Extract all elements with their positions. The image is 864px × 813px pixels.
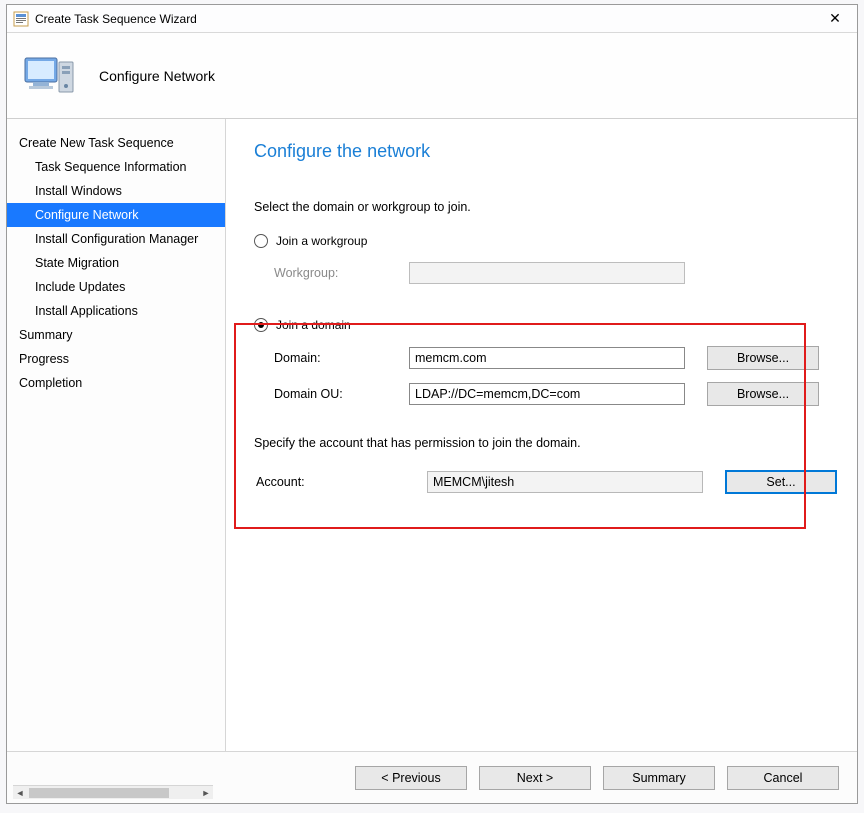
domain-radio-row[interactable]: Join a domain: [254, 318, 837, 332]
account-instruction: Specify the account that has permission …: [254, 436, 837, 450]
title-bar: Create Task Sequence Wizard ✕: [7, 5, 857, 33]
account-input: [427, 471, 703, 493]
wizard-window: Create Task Sequence Wizard ✕ Configure …: [6, 4, 858, 804]
instruction-text: Select the domain or workgroup to join.: [254, 200, 837, 214]
domain-ou-input[interactable]: [409, 383, 685, 405]
sidebar-item-3[interactable]: Configure Network: [7, 203, 225, 227]
close-icon[interactable]: ✕: [819, 7, 851, 31]
domain-input[interactable]: [409, 347, 685, 369]
sidebar-item-4[interactable]: Install Configuration Manager: [7, 227, 225, 251]
wizard-header: Configure Network: [7, 33, 857, 119]
page-title: Configure the network: [254, 141, 837, 162]
sidebar-item-7[interactable]: Install Applications: [7, 299, 225, 323]
cancel-button[interactable]: Cancel: [727, 766, 839, 790]
wizard-main: Configure the network Select the domain …: [226, 119, 857, 751]
workgroup-label: Workgroup:: [254, 266, 409, 280]
radio-checked-icon[interactable]: [254, 318, 268, 332]
computer-icon: [23, 52, 79, 100]
sidebar-item-10[interactable]: Completion: [7, 371, 225, 395]
radio-unchecked-icon[interactable]: [254, 234, 268, 248]
domain-ou-label: Domain OU:: [254, 387, 409, 401]
ou-browse-button[interactable]: Browse...: [707, 382, 819, 406]
sidebar-item-5[interactable]: State Migration: [7, 251, 225, 275]
next-button[interactable]: Next >: [479, 766, 591, 790]
app-icon: [13, 11, 29, 27]
wizard-sidebar: Create New Task SequenceTask Sequence In…: [7, 119, 226, 751]
sidebar-item-8[interactable]: Summary: [7, 323, 225, 347]
sidebar-item-9[interactable]: Progress: [7, 347, 225, 371]
domain-radio-label: Join a domain: [276, 318, 351, 332]
previous-button[interactable]: < Previous: [355, 766, 467, 790]
window-title: Create Task Sequence Wizard: [35, 12, 819, 26]
domain-browse-button[interactable]: Browse...: [707, 346, 819, 370]
workgroup-radio-row[interactable]: Join a workgroup: [254, 234, 837, 248]
sidebar-item-1[interactable]: Task Sequence Information: [7, 155, 225, 179]
workgroup-radio-label: Join a workgroup: [276, 234, 367, 248]
sidebar-item-0[interactable]: Create New Task Sequence: [7, 131, 225, 155]
sidebar-item-6[interactable]: Include Updates: [7, 275, 225, 299]
header-title: Configure Network: [99, 68, 215, 84]
wizard-body: Create New Task SequenceTask Sequence In…: [7, 119, 857, 751]
workgroup-input: [409, 262, 685, 284]
set-account-button[interactable]: Set...: [725, 470, 837, 494]
domain-label: Domain:: [254, 351, 409, 365]
summary-button[interactable]: Summary: [603, 766, 715, 790]
account-label: Account:: [254, 475, 427, 489]
sidebar-item-2[interactable]: Install Windows: [7, 179, 225, 203]
